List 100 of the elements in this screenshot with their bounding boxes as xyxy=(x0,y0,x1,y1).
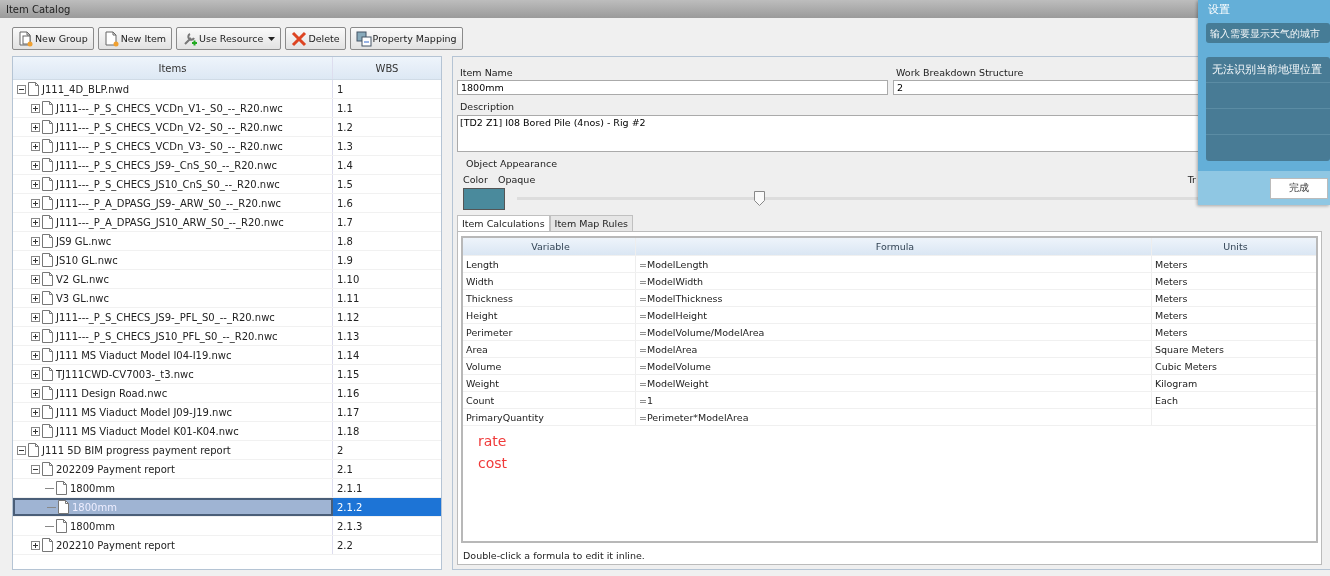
wbs-cell-text: 1.12 xyxy=(336,310,361,325)
field-label: Color xyxy=(463,173,489,185)
expand-icon[interactable] xyxy=(31,217,40,227)
tree-row[interactable]: 202209 Payment report xyxy=(13,460,333,478)
tab[interactable]: Item Calculations xyxy=(457,215,550,231)
tree-row[interactable]: V3 GL.nwc xyxy=(13,289,333,307)
tree-row[interactable]: JS10 GL.nwc xyxy=(13,251,333,269)
wbs-cell-text: 1.4 xyxy=(336,158,354,173)
tab[interactable]: Item Map Rules xyxy=(549,215,633,231)
document-icon xyxy=(41,461,55,477)
field-label: Work Breakdown Structure xyxy=(895,66,1024,80)
window-title: Item Catalog xyxy=(6,3,71,15)
table-cell: =ModelWeight xyxy=(636,375,1152,391)
column-header: Variable xyxy=(463,238,636,255)
expand-icon[interactable] xyxy=(31,312,40,322)
color-swatch[interactable] xyxy=(463,188,505,210)
item-label: J111 MS Viaduct Model K01-K04.nwc xyxy=(56,425,239,437)
tree-row[interactable]: J111 MS Viaduct Model I04-I19.nwc xyxy=(13,346,333,364)
tree-row[interactable]: JS9 GL.nwc xyxy=(13,232,333,250)
toolbar-button[interactable]: Delete xyxy=(285,27,346,50)
toolbar-button[interactable]: New Item xyxy=(97,27,173,50)
expand-icon[interactable] xyxy=(31,122,40,132)
mapping-icon xyxy=(355,30,372,47)
table-cell: =ModelVolume xyxy=(636,358,1152,374)
wbs-cell-text: 1.15 xyxy=(336,367,361,382)
expand-icon[interactable] xyxy=(31,141,40,151)
table-cell: =ModelArea xyxy=(636,341,1152,357)
expand-icon[interactable] xyxy=(31,350,40,360)
toolbar-button[interactable]: Use Resource xyxy=(176,27,282,50)
expand-icon[interactable] xyxy=(31,274,40,284)
expand-icon[interactable] xyxy=(31,388,40,398)
wbs-cell-text: 1.11 xyxy=(336,291,361,306)
tree-row[interactable]: J111 MS Viaduct Model K01-K04.nwc xyxy=(13,422,333,440)
column-header: Units xyxy=(1222,240,1249,254)
item-label: J111---_P_A_DPASG_JS9-_ARW_S0_--_R20.nwc xyxy=(56,197,282,209)
expand-icon[interactable] xyxy=(31,540,40,550)
table-cell: =ModelVolume/ModelArea xyxy=(636,324,1152,340)
column-header: Items xyxy=(13,57,333,79)
expand-icon[interactable] xyxy=(31,236,40,246)
item-label: J111---_P_A_DPASG_JS10_ARW_S0_--_R20.nwc xyxy=(56,216,284,228)
expand-icon[interactable] xyxy=(31,331,40,341)
collapse-icon[interactable] xyxy=(17,445,26,455)
wbs-cell-text: 2.1.1 xyxy=(336,481,364,496)
tree-row[interactable]: J111 MS Viaduct Model J09-J19.nwc xyxy=(13,403,333,421)
tree-row[interactable]: J111---_P_S_CHECS_VCDn_V3-_S0_--_R20.nwc xyxy=(13,137,333,155)
table-cell-text: Meters xyxy=(1154,274,1189,289)
document-icon xyxy=(41,347,55,363)
expand-icon[interactable] xyxy=(31,103,40,113)
wbs-cell-text: 1.17 xyxy=(336,405,361,420)
expand-icon[interactable] xyxy=(31,369,40,379)
tree-row[interactable]: J111---_P_S_CHECS_VCDn_V1-_S0_--_R20.nwc xyxy=(13,99,333,117)
tree-row[interactable]: 1800mm xyxy=(13,479,333,497)
tree-row[interactable]: J111---_P_S_CHECS_VCDn_V2-_S0_--_R20.nwc xyxy=(13,118,333,136)
table-cell-text: Meters xyxy=(1154,325,1189,340)
tree-row[interactable]: J111---_P_A_DPASG_JS10_ARW_S0_--_R20.nwc xyxy=(13,213,333,231)
expand-icon[interactable] xyxy=(31,426,40,436)
item-label: J111---_P_S_CHECS_JS9-_PFL_S0_--_R20.nwc xyxy=(56,311,275,323)
document-icon xyxy=(41,385,55,401)
wbs-cell-text: 2.1.3 xyxy=(336,519,364,534)
tree-row[interactable]: J111---_P_A_DPASG_JS9-_ARW_S0_--_R20.nwc xyxy=(13,194,333,212)
item-label: J111 MS Viaduct Model I04-I19.nwc xyxy=(56,349,232,361)
city-field[interactable]: 输入需要显示天气的城市 xyxy=(1206,23,1330,43)
expand-icon[interactable] xyxy=(31,293,40,303)
tree-row[interactable]: J111 5D BIM progress payment report xyxy=(13,441,333,459)
collapse-icon[interactable] xyxy=(17,84,26,94)
table-cell: Width xyxy=(463,273,636,289)
tree-row[interactable]: 1800mm xyxy=(13,517,333,535)
expand-icon[interactable] xyxy=(31,179,40,189)
delete-icon xyxy=(291,30,308,47)
tree-row[interactable]: J111---_P_S_CHECS_JS10_CnS_S0_--_R20.nwc xyxy=(13,175,333,193)
popup-title: 设置 xyxy=(1207,2,1231,18)
wbs-cell-text: 1.3 xyxy=(336,139,354,154)
tree-row[interactable]: 202210 Payment report xyxy=(13,536,333,554)
done-button[interactable]: 完成 xyxy=(1270,177,1328,199)
tree-row[interactable]: J111---_P_S_CHECS_JS9-_PFL_S0_--_R20.nwc xyxy=(13,308,333,326)
collapse-icon[interactable] xyxy=(31,464,40,474)
tree-row[interactable]: J111---_P_S_CHECS_JS9-_CnS_S0_--_R20.nwc xyxy=(13,156,333,174)
slider-thumb[interactable] xyxy=(753,191,765,206)
tree-row[interactable]: J111 Design Road.nwc xyxy=(13,384,333,402)
hint-text: Double-click a formula to edit it inline. xyxy=(462,549,646,561)
toolbar-button[interactable]: Property Mapping xyxy=(349,27,463,50)
table-cell: Height xyxy=(463,307,636,323)
expand-icon[interactable] xyxy=(31,160,40,170)
toolbar-button[interactable]: New Group xyxy=(12,27,94,50)
table-cell: =1 xyxy=(636,392,1152,408)
document-icon xyxy=(41,309,55,325)
document-icon xyxy=(41,214,55,230)
item-name-field[interactable]: 1800mm xyxy=(457,80,888,95)
expand-icon[interactable] xyxy=(31,407,40,417)
section-title: Object Appearance xyxy=(465,157,558,171)
expand-icon[interactable] xyxy=(31,255,40,265)
tree-row[interactable]: V2 GL.nwc xyxy=(13,270,333,288)
tree-row[interactable]: J111_4D_BLP.nwd xyxy=(13,80,333,98)
expand-icon[interactable] xyxy=(31,198,40,208)
table-cell-text: Each xyxy=(1154,393,1180,408)
table-cell-text: Meters xyxy=(1154,291,1189,306)
table-cell: Count xyxy=(463,392,636,408)
document-icon xyxy=(41,252,55,268)
tree-row[interactable]: J111---_P_S_CHECS_JS10_PFL_S0_--_R20.nwc xyxy=(13,327,333,345)
tree-row[interactable]: TJ111CWD-CV7003-_t3.nwc xyxy=(13,365,333,383)
